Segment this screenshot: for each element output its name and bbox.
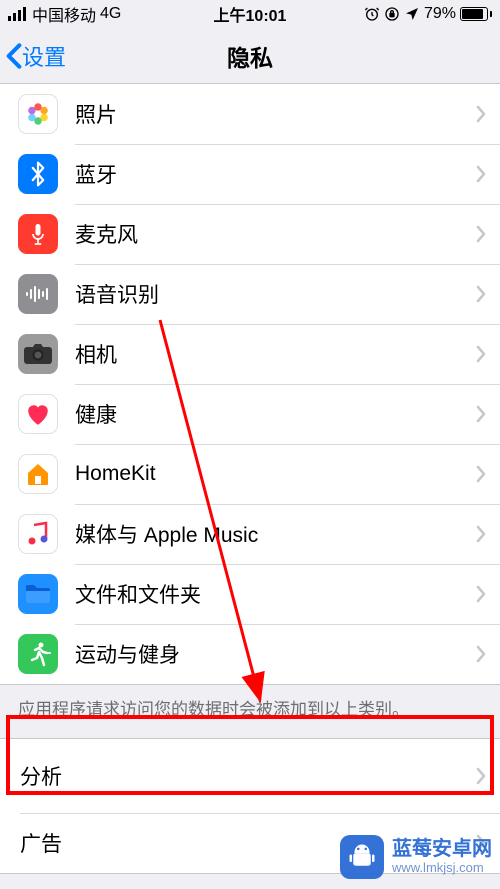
speech-icon	[18, 274, 58, 314]
row-label: 健康	[75, 399, 476, 429]
health-icon	[18, 394, 58, 434]
row-bluetooth[interactable]: 蓝牙	[0, 144, 500, 204]
battery-icon	[460, 7, 492, 21]
group1-footer: 应用程序请求访问您的数据时会被添加到以上类别。	[0, 685, 500, 738]
row-label: 文件和文件夹	[75, 579, 476, 609]
row-label: 分析	[20, 761, 476, 791]
settings-list-group1: 照片 蓝牙 麦克风 语音识别	[0, 84, 500, 685]
camera-icon	[18, 334, 58, 374]
row-activity[interactable]: 运动与健身	[0, 624, 500, 684]
row-microphone[interactable]: 麦克风	[0, 204, 500, 264]
bluetooth-icon	[18, 154, 58, 194]
row-label: 相机	[75, 339, 476, 369]
chevron-right-icon	[476, 585, 486, 603]
row-label: HomeKit	[75, 462, 476, 486]
homekit-icon	[18, 454, 58, 494]
activity-icon	[18, 634, 58, 674]
chevron-right-icon	[476, 105, 486, 123]
status-bar: 中国移动 4G 上午10:01 79%	[0, 0, 500, 28]
row-speech[interactable]: 语音识别	[0, 264, 500, 324]
screen: 中国移动 4G 上午10:01 79% 设置 隐私 照片	[0, 0, 500, 889]
chevron-right-icon	[476, 645, 486, 663]
chevron-right-icon	[476, 225, 486, 243]
row-photos[interactable]: 照片	[0, 84, 500, 144]
watermark-title: 蓝莓安卓网	[392, 838, 492, 861]
row-music[interactable]: 媒体与 Apple Music	[0, 504, 500, 564]
photos-icon	[18, 94, 58, 134]
row-label: 媒体与 Apple Music	[75, 519, 476, 549]
chevron-right-icon	[476, 405, 486, 423]
row-health[interactable]: 健康	[0, 384, 500, 444]
chevron-right-icon	[476, 345, 486, 363]
watermark-url: www.lmkjsj.com	[392, 861, 492, 876]
music-icon	[18, 514, 58, 554]
row-homekit[interactable]: HomeKit	[0, 444, 500, 504]
page-title: 隐私	[0, 39, 500, 73]
watermark: 蓝莓安卓网 www.lmkjsj.com	[340, 835, 492, 879]
files-icon	[18, 574, 58, 614]
watermark-text: 蓝莓安卓网 www.lmkjsj.com	[392, 838, 492, 876]
row-label: 运动与健身	[75, 639, 476, 669]
row-label: 语音识别	[75, 279, 476, 309]
microphone-icon	[18, 214, 58, 254]
chevron-right-icon	[476, 465, 486, 483]
row-camera[interactable]: 相机	[0, 324, 500, 384]
row-label: 照片	[75, 99, 476, 129]
row-analytics[interactable]: 分析	[0, 739, 500, 813]
watermark-logo-icon	[340, 835, 384, 879]
row-label: 麦克风	[75, 219, 476, 249]
status-time: 上午10:01	[0, 2, 500, 26]
chevron-right-icon	[476, 165, 486, 183]
chevron-right-icon	[476, 525, 486, 543]
chevron-right-icon	[476, 767, 486, 785]
nav-bar: 设置 隐私	[0, 28, 500, 84]
chevron-right-icon	[476, 285, 486, 303]
row-label: 蓝牙	[75, 159, 476, 189]
row-files[interactable]: 文件和文件夹	[0, 564, 500, 624]
